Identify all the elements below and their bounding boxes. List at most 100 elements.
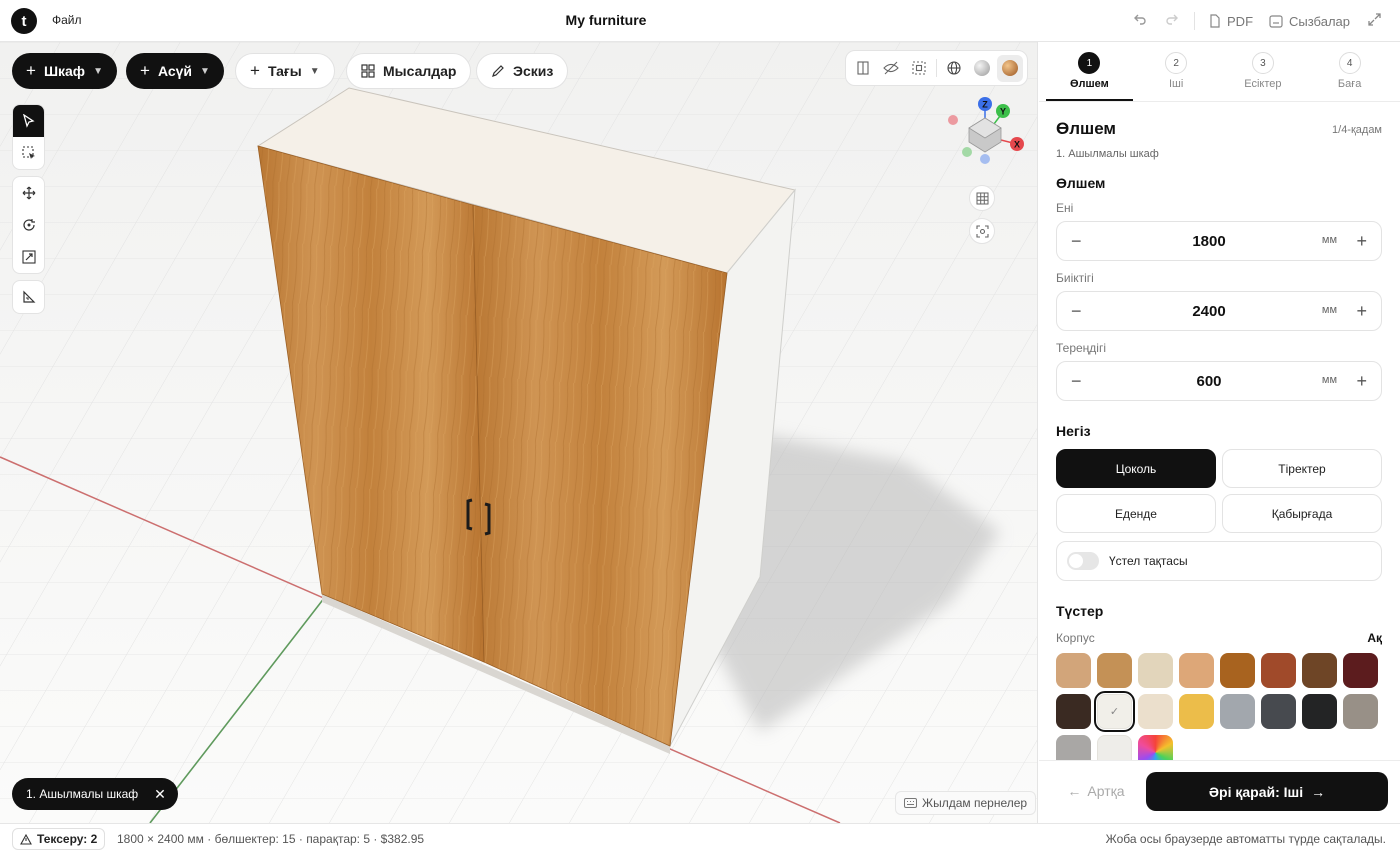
color-swatches: ✓ <box>1056 653 1382 770</box>
body-color-value: Ақ <box>1367 631 1382 645</box>
step-label: Есіктер <box>1244 78 1282 90</box>
color-swatch[interactable] <box>1138 653 1173 688</box>
step-number: 2 <box>1165 52 1188 74</box>
color-swatch[interactable] <box>1179 653 1214 688</box>
step-label: Іші <box>1168 78 1184 90</box>
minus-icon[interactable]: − <box>1071 371 1082 392</box>
countertop-toggle[interactable] <box>1067 552 1099 570</box>
x-axis-label: X <box>1014 140 1020 150</box>
color-swatch[interactable] <box>1302 694 1337 729</box>
unit-label: мм <box>1321 304 1337 316</box>
close-icon[interactable]: ✕ <box>154 786 166 803</box>
width-input[interactable]: 1800 <box>1097 233 1321 250</box>
depth-input[interactable]: 600 <box>1097 373 1321 390</box>
step-number: 3 <box>1251 52 1274 74</box>
file-icon <box>1210 14 1220 28</box>
check-button[interactable]: Тексеру: 2 <box>12 828 106 850</box>
warning-icon <box>20 833 32 845</box>
pencil-icon <box>492 65 504 77</box>
height-stepper: − 2400 мм + <box>1056 291 1382 331</box>
color-swatch[interactable] <box>1343 694 1378 729</box>
plus-icon[interactable]: + <box>1356 231 1367 252</box>
color-swatch[interactable] <box>1261 694 1296 729</box>
check-label: Тексеру: 2 <box>37 832 98 846</box>
sketch-button[interactable]: Эскиз <box>476 53 569 89</box>
minus-icon[interactable]: − <box>1071 231 1082 252</box>
selected-object-label: 1. Ашылмалы шкаф <box>26 787 139 801</box>
material-textured-icon[interactable] <box>996 54 1023 82</box>
body-color-label: Корпус <box>1056 631 1095 645</box>
color-swatch[interactable] <box>1056 694 1091 729</box>
examples-label: Мысалдар <box>383 63 457 79</box>
select-tool-icon[interactable] <box>13 105 44 137</box>
color-swatch[interactable] <box>1220 653 1255 688</box>
rotate-tool-icon[interactable] <box>13 209 44 241</box>
pdf-button[interactable]: PDF <box>1201 14 1261 29</box>
minus-icon[interactable]: − <box>1071 301 1082 322</box>
step-tab-4[interactable]: 4 Баға <box>1306 42 1393 101</box>
plus-icon[interactable]: + <box>1356 371 1367 392</box>
step-tab-3[interactable]: 3 Есіктер <box>1220 42 1307 101</box>
panel-subtitle: 1. Ашылмалы шкаф <box>1056 148 1159 160</box>
fullscreen-icon[interactable] <box>1358 12 1390 30</box>
focus-icon[interactable] <box>969 218 995 244</box>
body-color-row: Корпус Ақ <box>1056 631 1382 645</box>
height-input[interactable]: 2400 <box>1097 303 1321 320</box>
add-cabinet-label: Шкаф <box>43 63 86 79</box>
material-matte-icon[interactable] <box>969 55 995 82</box>
box-select-tool-icon[interactable] <box>13 137 44 169</box>
color-swatch[interactable] <box>1138 694 1173 729</box>
step-number: 4 <box>1338 52 1361 74</box>
color-swatch[interactable] <box>1179 694 1214 729</box>
height-label: Биіктігі <box>1056 271 1094 285</box>
add-more-label: Тағы <box>267 63 302 79</box>
wardrobe-view-icon[interactable] <box>850 55 876 82</box>
color-swatch[interactable] <box>1097 653 1132 688</box>
drawings-button[interactable]: Сызбалар <box>1261 14 1358 29</box>
shortcuts-label: Жылдам пернелер <box>922 796 1028 810</box>
color-swatch[interactable] <box>1056 653 1091 688</box>
step-tab-1[interactable]: 1 Өлшем <box>1046 42 1133 101</box>
3d-viewport[interactable]: + Шкаф ▼ + Асүй ▼ + Тағы ▼ Мысалдар Эски… <box>0 42 1038 823</box>
globe-icon[interactable] <box>941 55 967 82</box>
z-axis-label: Z <box>982 100 988 110</box>
document-title[interactable]: My furniture <box>0 12 1212 28</box>
next-button[interactable]: Әрі қарай: Іші → <box>1146 772 1388 811</box>
selected-object-chip[interactable]: 1. Ашылмалы шкаф ✕ <box>12 778 178 810</box>
base-option-legs[interactable]: Тіректер <box>1222 449 1382 488</box>
add-hanging-label: Асүй <box>157 63 193 79</box>
eye-off-icon[interactable] <box>878 55 904 82</box>
undo-icon[interactable] <box>1124 12 1156 30</box>
color-swatch[interactable] <box>1302 653 1337 688</box>
orientation-gizmo[interactable]: Z Y X <box>943 94 1028 166</box>
scene-canvas[interactable] <box>0 42 1038 823</box>
project-stats: 1800 × 2400 мм · бөлшектер: 15 · парақта… <box>117 832 425 846</box>
base-option-wall[interactable]: Қабырғада <box>1222 494 1382 533</box>
step-label: Өлшем <box>1069 78 1109 90</box>
back-label: Артқа <box>1087 783 1125 799</box>
base-option-plinth[interactable]: Цоколь <box>1056 449 1216 488</box>
plus-icon[interactable]: + <box>1356 301 1367 322</box>
base-option-floor[interactable]: Еденде <box>1056 494 1216 533</box>
countertop-label: Үстел тақтасы <box>1109 554 1188 568</box>
add-hanging-button[interactable]: + Асүй ▼ <box>126 53 224 89</box>
unit-label: мм <box>1321 234 1337 246</box>
move-tool-icon[interactable] <box>13 177 44 209</box>
add-more-button[interactable]: + Тағы ▼ <box>235 53 335 89</box>
back-button[interactable]: ← Артқа <box>1056 772 1136 810</box>
color-swatch[interactable] <box>1343 653 1378 688</box>
pdf-label: PDF <box>1227 13 1254 29</box>
examples-button[interactable]: Мысалдар <box>346 53 472 89</box>
color-swatch[interactable] <box>1261 653 1296 688</box>
grid-toggle-icon[interactable] <box>969 185 995 211</box>
drawings-label: Сызбалар <box>1289 13 1350 29</box>
color-swatch[interactable] <box>1220 694 1255 729</box>
color-swatch[interactable]: ✓ <box>1094 691 1135 732</box>
scale-tool-icon[interactable] <box>13 241 44 273</box>
add-cabinet-button[interactable]: + Шкаф ▼ <box>12 53 117 89</box>
redo-icon[interactable] <box>1156 12 1188 30</box>
select-box-icon[interactable] <box>906 55 932 82</box>
step-tab-2[interactable]: 2 Іші <box>1133 42 1220 101</box>
shortcuts-button[interactable]: Жылдам пернелер <box>895 791 1037 815</box>
measure-tool-icon[interactable] <box>13 281 44 313</box>
